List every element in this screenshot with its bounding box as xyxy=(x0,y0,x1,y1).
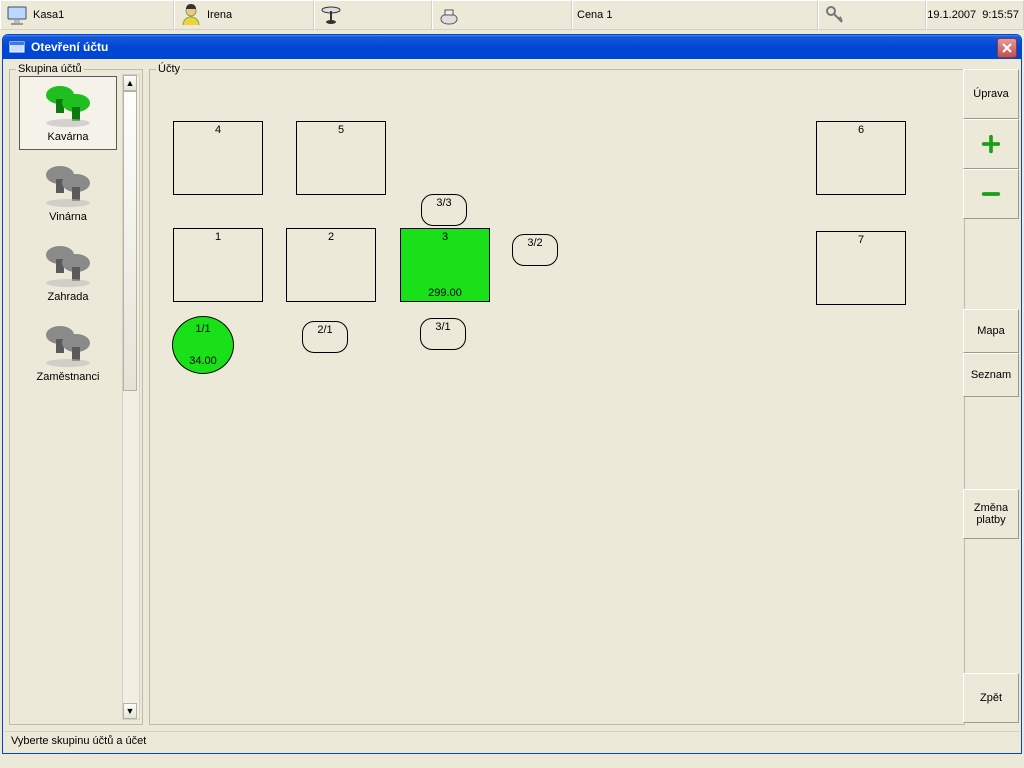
table-2-1[interactable]: 2/1 xyxy=(302,321,348,353)
top-toolbar: Kasa1 Irena Cena 1 19.1.2007 9:15:57 xyxy=(0,0,1024,32)
mushroom-icon xyxy=(20,79,116,131)
list-button-label: Seznam xyxy=(971,369,1011,381)
window-title: Otevření účtu xyxy=(31,40,108,54)
plus-icon xyxy=(980,133,1002,155)
table-number: 2 xyxy=(287,231,375,243)
table-number: 3 xyxy=(401,231,489,243)
toolbar-table[interactable] xyxy=(314,0,432,30)
plus-button[interactable] xyxy=(963,119,1019,169)
mushroom-icon xyxy=(20,319,116,371)
toolbar-date: 19.1.2007 xyxy=(927,9,976,21)
printer-icon xyxy=(437,3,461,27)
change-payment-label: Změna platby xyxy=(964,502,1018,526)
titlebar[interactable]: Otevření účtu xyxy=(3,35,1021,59)
back-button[interactable]: Zpět xyxy=(963,673,1019,723)
status-bar: Vyberte skupinu účtů a účet xyxy=(5,731,1019,751)
status-text: Vyberte skupinu účtů a účet xyxy=(11,735,146,747)
table-number: 7 xyxy=(817,234,905,246)
table-7[interactable]: 7 xyxy=(816,231,906,305)
edit-button[interactable]: Úprava xyxy=(963,69,1019,119)
group-accounts: Účty 4563/3123299.003/271/134.002/13/1 xyxy=(149,69,965,725)
table-3-3[interactable]: 3/3 xyxy=(421,194,467,226)
edit-button-label: Úprava xyxy=(973,88,1008,100)
map-button[interactable]: Mapa xyxy=(963,309,1019,353)
scroll-up-icon[interactable]: ▲ xyxy=(123,75,137,91)
sidebar-item-label: Zahrada xyxy=(20,291,116,303)
table-amount: 34.00 xyxy=(173,355,233,367)
table-2[interactable]: 2 xyxy=(286,228,376,302)
sidebar-item-kavárna[interactable]: Kavárna xyxy=(19,76,117,150)
minus-button[interactable] xyxy=(963,169,1019,219)
sidebar-item-label: Kavárna xyxy=(20,131,116,143)
key-icon xyxy=(823,3,847,27)
spacer xyxy=(963,219,1019,309)
group-accounts-groups: Skupina účtů Kavárna Vinárna Zahrada Zam… xyxy=(9,69,143,725)
window-icon xyxy=(9,39,25,55)
table-number: 4 xyxy=(174,124,262,136)
scroll-down-icon[interactable]: ▼ xyxy=(123,703,137,719)
scroll-thumb[interactable] xyxy=(123,91,137,391)
back-button-label: Zpět xyxy=(980,692,1002,704)
monitor-icon xyxy=(5,3,29,27)
table-3-2[interactable]: 3/2 xyxy=(512,234,558,266)
toolbar-printer[interactable] xyxy=(432,0,572,30)
map-button-label: Mapa xyxy=(977,325,1005,337)
change-payment-button[interactable]: Změna platby xyxy=(963,489,1019,539)
sidebar-item-label: Vinárna xyxy=(20,211,116,223)
mushroom-icon xyxy=(20,239,116,291)
sidebar-scrollbar[interactable]: ▲ ▼ xyxy=(122,74,140,720)
group-accounts-main-label: Účty xyxy=(156,63,182,75)
toolbar-key[interactable] xyxy=(818,0,926,30)
account-window: Otevření účtu Skupina účtů Kavárna Vinár… xyxy=(2,34,1022,754)
spacer xyxy=(963,397,1019,489)
table-5[interactable]: 5 xyxy=(296,121,386,195)
table-3-1[interactable]: 3/1 xyxy=(420,318,466,350)
table-number: 3/2 xyxy=(513,237,557,249)
sidebar-item-zaměstnanci[interactable]: Zaměstnanci xyxy=(19,316,117,390)
table-number: 1/1 xyxy=(173,323,233,335)
toolbar-price-label: Cena 1 xyxy=(577,9,612,21)
table-number: 1 xyxy=(174,231,262,243)
toolbar-datetime: 19.1.2007 9:15:57 xyxy=(926,0,1024,30)
toolbar-time: 9:15:57 xyxy=(982,9,1019,21)
close-button[interactable] xyxy=(997,38,1017,58)
table-number: 3/1 xyxy=(421,321,465,333)
toolbar-kasa[interactable]: Kasa1 xyxy=(0,0,174,30)
sidebar-list: Kavárna Vinárna Zahrada Zaměstnanci xyxy=(14,74,122,396)
toolbar-price[interactable]: Cena 1 xyxy=(572,0,818,30)
close-icon xyxy=(1002,43,1012,53)
sidebar-item-zahrada[interactable]: Zahrada xyxy=(19,236,117,310)
table-amount: 299.00 xyxy=(401,287,489,299)
right-buttons: Úprava Mapa Seznam Změna platby Zpět xyxy=(963,69,1019,723)
table-4[interactable]: 4 xyxy=(173,121,263,195)
table-number: 3/3 xyxy=(422,197,466,209)
toolbar-user[interactable]: Irena xyxy=(174,0,314,30)
list-button[interactable]: Seznam xyxy=(963,353,1019,397)
table-3[interactable]: 3 299.00 xyxy=(400,228,490,302)
table-icon xyxy=(319,3,343,27)
spacer xyxy=(963,539,1019,673)
table-number: 5 xyxy=(297,124,385,136)
sidebar-item-label: Zaměstnanci xyxy=(20,371,116,383)
sidebar-item-vinárna[interactable]: Vinárna xyxy=(19,156,117,230)
toolbar-kasa-label: Kasa1 xyxy=(33,9,64,21)
table-number: 6 xyxy=(817,124,905,136)
table-number: 2/1 xyxy=(303,324,347,336)
mushroom-icon xyxy=(20,159,116,211)
table-6[interactable]: 6 xyxy=(816,121,906,195)
toolbar-user-label: Irena xyxy=(207,9,232,21)
user-icon xyxy=(179,3,203,27)
table-1-1[interactable]: 1/1 34.00 xyxy=(172,316,234,374)
minus-icon xyxy=(980,183,1002,205)
client-area: Skupina účtů Kavárna Vinárna Zahrada Zam… xyxy=(5,61,1019,751)
table-1[interactable]: 1 xyxy=(173,228,263,302)
